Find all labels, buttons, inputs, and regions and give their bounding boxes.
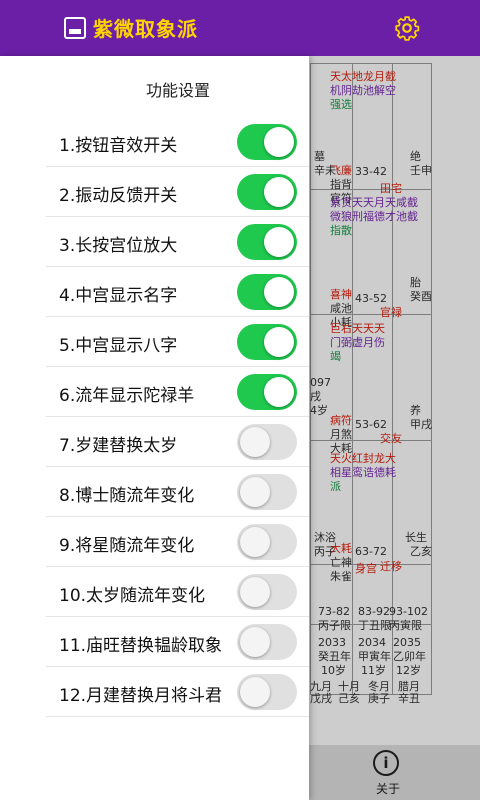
toggle-knob [264, 127, 294, 157]
setting-row: 2.振动反馈开关 [46, 167, 309, 217]
toggle-knob [240, 427, 270, 457]
toggle-switch[interactable] [237, 474, 297, 510]
toggle-knob [264, 327, 294, 357]
setting-row: 5.中宫显示八字 [46, 317, 309, 367]
setting-row: 10.太岁随流年变化 [46, 567, 309, 617]
toggle-knob [264, 177, 294, 207]
setting-label: 7.岁建替换太岁 [59, 436, 178, 456]
toggle-switch[interactable] [237, 124, 297, 160]
app-bar: 紫微取象派 [0, 0, 480, 56]
toggle-knob [240, 627, 270, 657]
setting-row: 8.博士随流年变化 [46, 467, 309, 517]
toggle-knob [264, 377, 294, 407]
toggle-knob [264, 227, 294, 257]
toggle-switch[interactable] [237, 524, 297, 560]
toggle-switch[interactable] [237, 324, 297, 360]
setting-label: 4.中宫显示名字 [59, 286, 178, 306]
setting-row: 12.月建替换月将斗君 [46, 667, 309, 717]
setting-row: 11.庙旺替换韫龄取象 [46, 617, 309, 667]
toggle-switch[interactable] [237, 424, 297, 460]
setting-label: 8.博士随流年变化 [59, 486, 195, 506]
setting-label: 1.按钮音效开关 [59, 136, 178, 156]
toggle-switch[interactable] [237, 674, 297, 710]
toggle-switch[interactable] [237, 174, 297, 210]
setting-row: 6.流年显示陀禄羊 [46, 367, 309, 417]
settings-drawer: 功能设置 1.按钮音效开关 2.振动反馈开关 3.长按宫位放大 4.中宫显示名字 5.中… [0, 56, 309, 800]
toggle-knob [240, 577, 270, 607]
toggle-switch[interactable] [237, 224, 297, 260]
setting-label: 10.太岁随流年变化 [59, 586, 206, 606]
setting-label: 2.振动反馈开关 [59, 186, 178, 206]
toggle-knob [240, 677, 270, 707]
setting-label: 3.长按宫位放大 [59, 236, 178, 256]
setting-row: 1.按钮音效开关 [46, 117, 309, 167]
setting-row: 7.岁建替换太岁 [46, 417, 309, 467]
toggle-knob [240, 527, 270, 557]
setting-label: 12.月建替换月将斗君 [59, 686, 223, 706]
toggle-switch[interactable] [237, 574, 297, 610]
setting-label: 5.中宫显示八字 [59, 336, 178, 356]
setting-row: 4.中宫显示名字 [46, 267, 309, 317]
setting-label: 11.庙旺替换韫龄取象 [59, 636, 223, 656]
setting-row: 3.长按宫位放大 [46, 217, 309, 267]
setting-row: 9.将星随流年变化 [46, 517, 309, 567]
setting-label: 9.将星随流年变化 [59, 536, 195, 556]
setting-label: 6.流年显示陀禄羊 [59, 386, 195, 406]
drawer-scrim[interactable] [300, 56, 480, 800]
toggle-switch[interactable] [237, 374, 297, 410]
toggle-knob [264, 277, 294, 307]
toggle-switch[interactable] [237, 274, 297, 310]
app-title: 紫微取象派 [93, 17, 198, 41]
drawer-title: 功能设置 [145, 81, 210, 100]
gear-icon[interactable] [394, 15, 420, 41]
toggle-knob [240, 477, 270, 507]
app-logo-icon [64, 17, 86, 39]
toggle-switch[interactable] [237, 624, 297, 660]
